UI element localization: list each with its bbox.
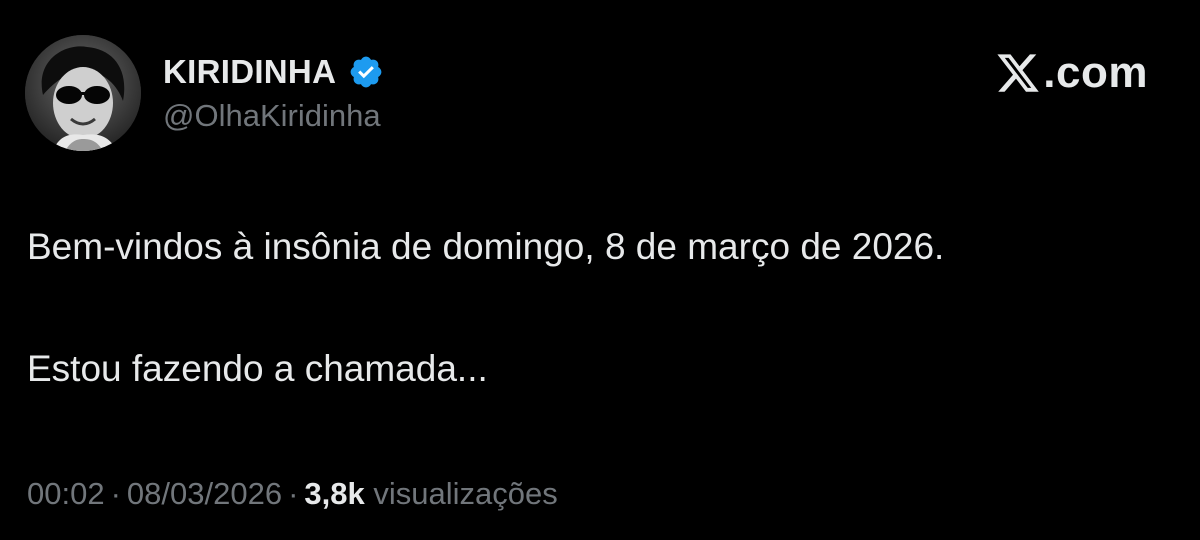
author-avatar[interactable] [25,35,141,151]
x-logo-icon [997,54,1040,92]
tweet-card: KIRIDINHA @OlhaKiridinha .com Bem-vindos… [0,0,1200,540]
views-count[interactable]: 3,8k [304,476,364,511]
tweet-text-line-1: Bem-vindos à insônia de domingo, 8 de ma… [27,226,945,267]
brand-domain-text: .com [1043,48,1148,97]
author-name-row: KIRIDINHA [163,50,384,94]
x-com-brand[interactable]: .com [995,50,1148,96]
tweet-time[interactable]: 00:02 [27,476,105,511]
meta-separator: · [110,476,121,511]
verified-badge-icon [348,54,384,90]
tweet-metadata: 00:02 · 08/03/2026 · 3,8k visualizações [27,476,558,512]
avatar-portrait-image [25,35,141,151]
author-handle[interactable]: @OlhaKiridinha [163,98,381,134]
meta-separator: · [288,476,299,511]
tweet-text-line-2: Estou fazendo a chamada... [27,348,488,389]
author-display-name[interactable]: KIRIDINHA [163,53,336,91]
tweet-date[interactable]: 08/03/2026 [127,476,282,511]
views-label: visualizações [373,476,558,511]
